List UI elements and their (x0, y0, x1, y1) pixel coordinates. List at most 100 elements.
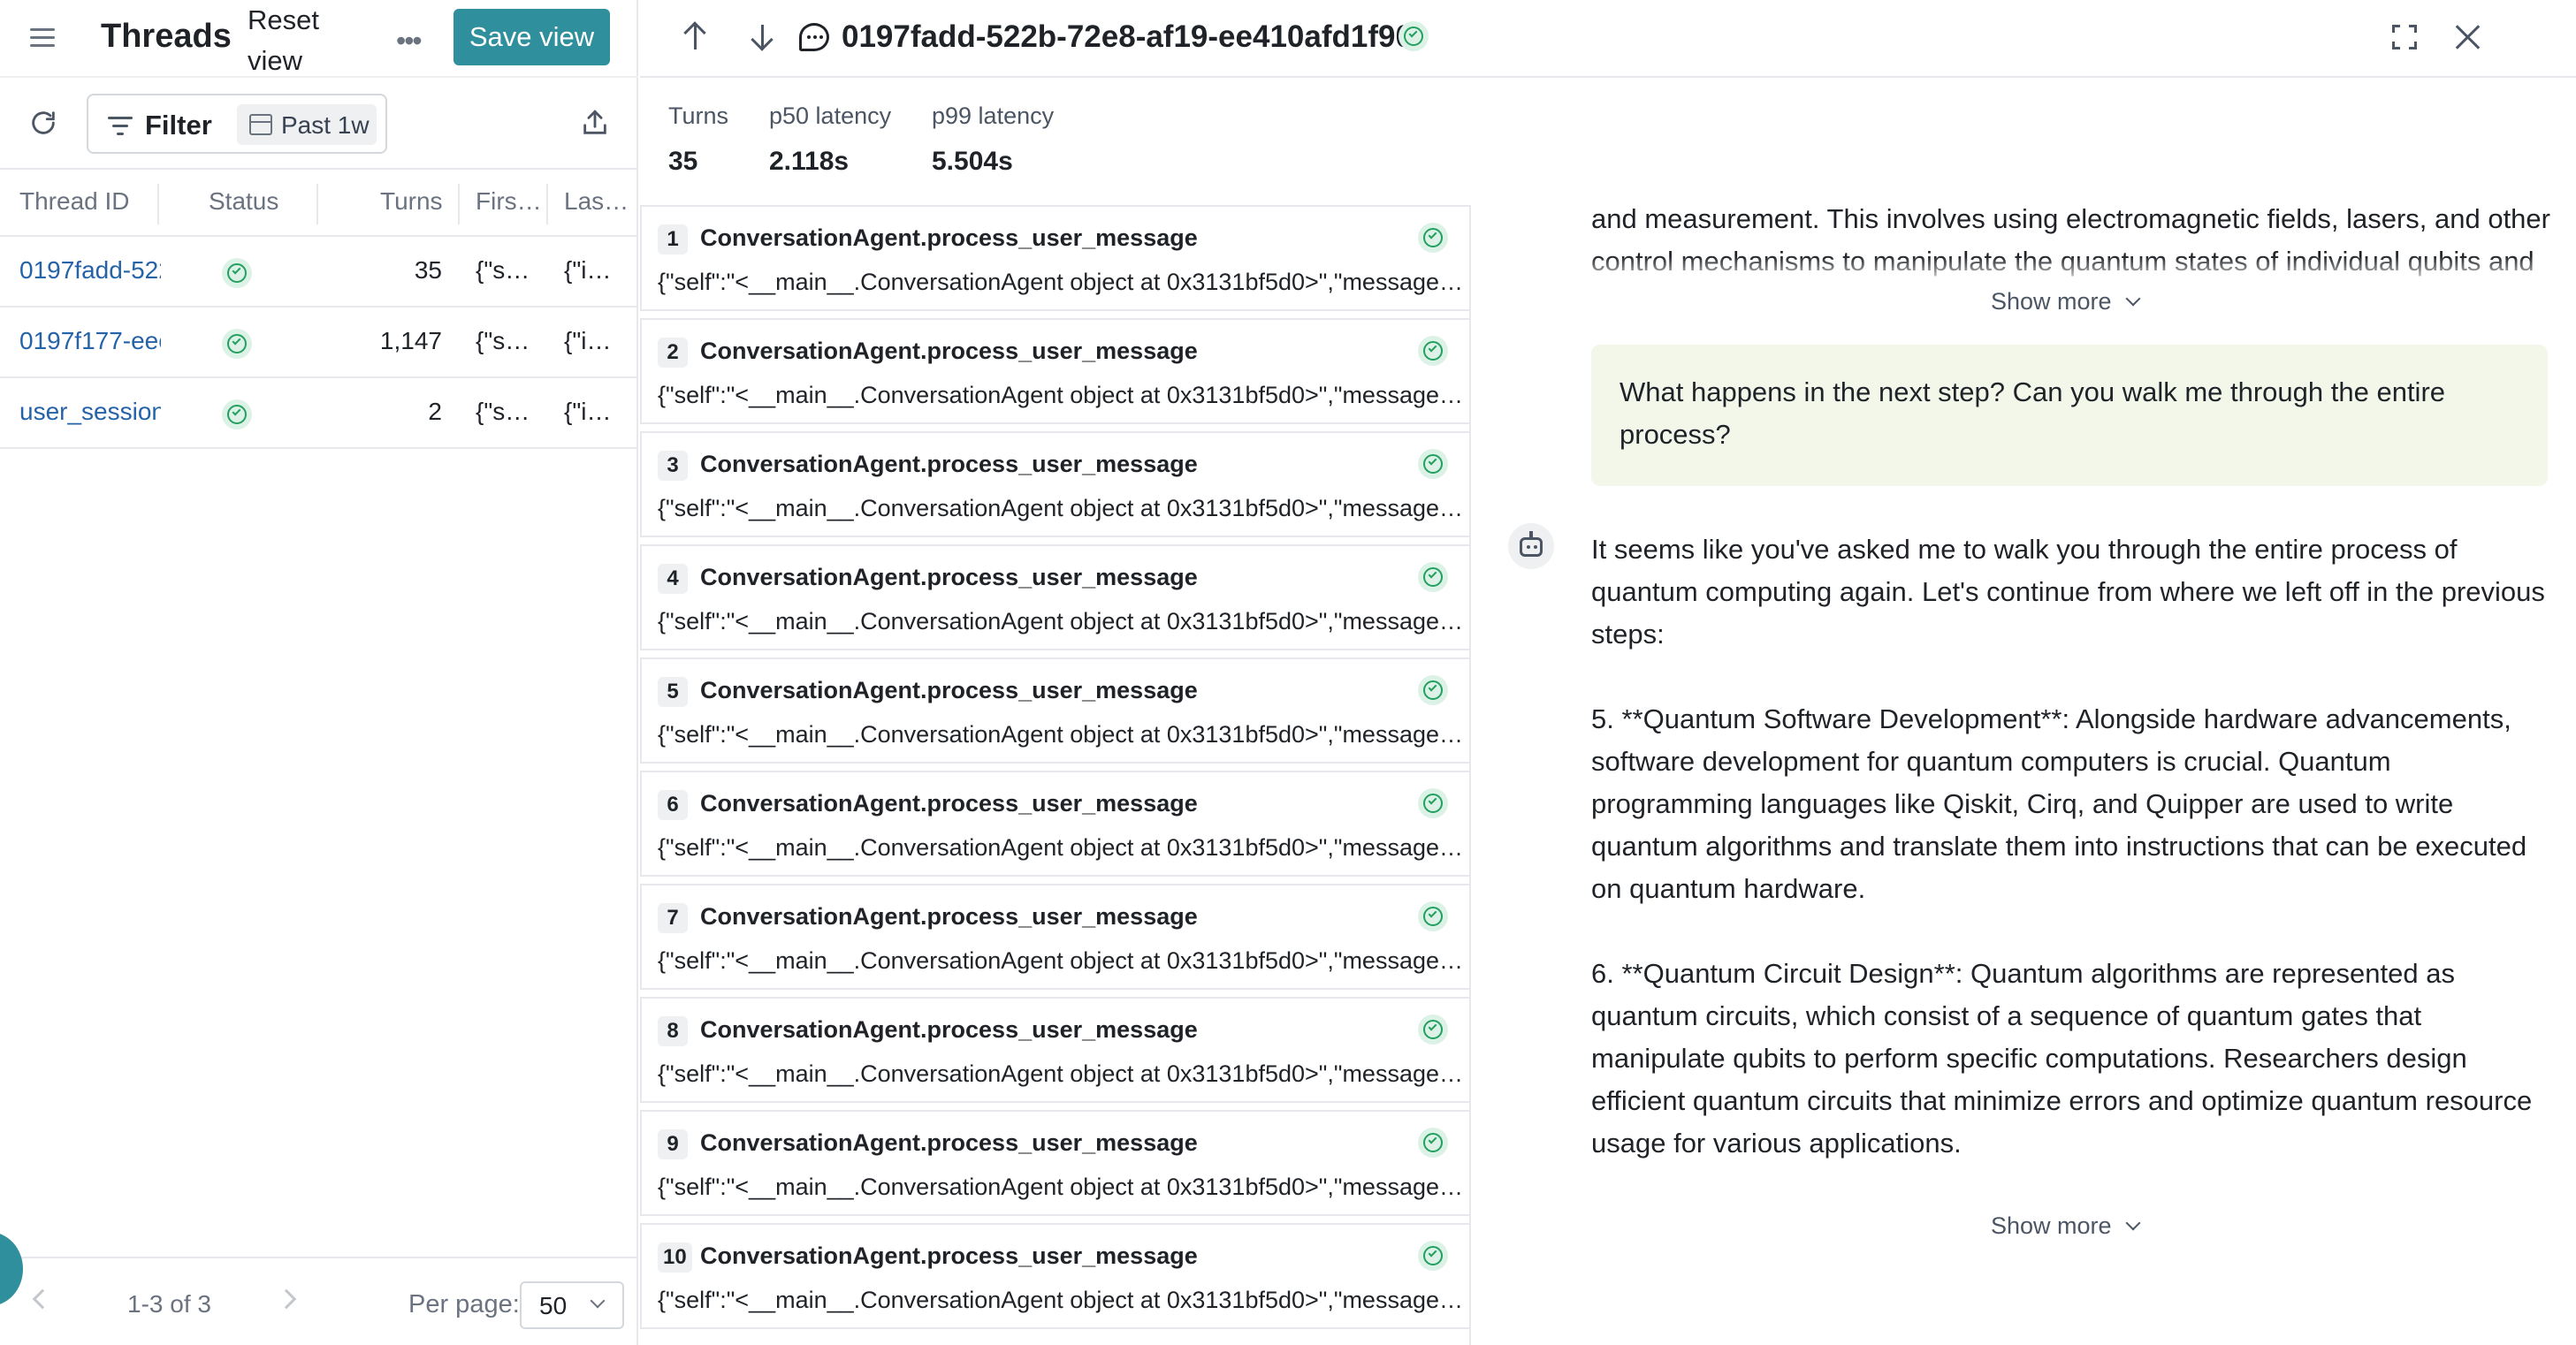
column-first[interactable]: Firs… (476, 187, 542, 216)
hamburger-menu-icon[interactable] (30, 27, 57, 49)
user-message-bubble: What happens in the next step? Can you w… (1591, 345, 2548, 486)
per-page-select[interactable]: 50 (520, 1281, 624, 1329)
call-item[interactable]: 7 ConversationAgent.process_user_message… (640, 884, 1469, 990)
column-last[interactable]: Las… (564, 187, 629, 216)
last-message-cell: {"i… (564, 398, 612, 425)
per-page-label: Per page: (408, 1290, 520, 1318)
call-name: ConversationAgent.process_user_message (700, 790, 1198, 817)
call-item[interactable]: 6 ConversationAgent.process_user_message… (640, 771, 1469, 877)
message-fade (1591, 256, 2555, 283)
arrow-up-icon[interactable] (682, 21, 709, 53)
previous-page-icon[interactable] (32, 1288, 53, 1310)
column-divider[interactable] (316, 184, 318, 224)
success-status-icon (1418, 1241, 1448, 1271)
success-status-icon (1418, 788, 1448, 818)
column-thread-id[interactable]: Thread ID (19, 187, 130, 216)
success-status-icon (222, 258, 252, 288)
call-item[interactable]: 8 ConversationAgent.process_user_message… (640, 997, 1469, 1103)
call-arguments: {"self":"<__main__.ConversationAgent obj… (658, 269, 1469, 295)
first-message-cell: {"s… (476, 398, 530, 425)
user-message-text: What happens in the next step? Can you w… (1620, 376, 2446, 450)
filter-icon (108, 115, 133, 136)
success-status-icon (1418, 1014, 1448, 1045)
calendar-icon (249, 114, 272, 135)
call-number: 2 (658, 338, 688, 368)
call-item[interactable]: 5 ConversationAgent.process_user_message… (640, 657, 1469, 764)
show-more-button[interactable]: Show more (1991, 1212, 2141, 1240)
success-status-icon (222, 399, 252, 429)
call-number: 8 (658, 1016, 688, 1046)
close-icon[interactable] (2454, 23, 2482, 51)
success-status-icon (1418, 675, 1448, 705)
filter-button[interactable]: Filter Past 1w (87, 94, 387, 154)
call-list: 1 ConversationAgent.process_user_message… (640, 205, 1471, 1345)
show-more-button[interactable]: Show more (1991, 288, 2141, 315)
call-arguments: {"self":"<__main__.ConversationAgent obj… (658, 1060, 1469, 1087)
thread-detail-header: 0197fadd-522b-72e8-af19-ee410afd1f90 (640, 0, 2576, 78)
thread-id-link[interactable]: 0197f177-eee (19, 327, 161, 355)
call-number: 6 (658, 790, 688, 820)
stat-turns-label: Turns (668, 103, 729, 129)
column-divider[interactable] (458, 184, 460, 224)
date-range-chip[interactable]: Past 1w (237, 104, 377, 145)
call-arguments: {"self":"<__main__.ConversationAgent obj… (658, 947, 1469, 974)
call-item[interactable]: 9 ConversationAgent.process_user_message… (640, 1110, 1469, 1216)
call-name: ConversationAgent.process_user_message (700, 1129, 1198, 1156)
last-message-cell: {"i… (564, 327, 612, 354)
stat-p50-value: 2.118s (769, 147, 850, 176)
reset-view-button[interactable]: Reset view (248, 0, 336, 81)
thread-id-link[interactable]: 0197fadd-522 (19, 256, 161, 285)
column-turns[interactable]: Turns (380, 187, 443, 216)
assistant-paragraph: It seems like you've asked me to walk yo… (1591, 534, 2545, 650)
show-more-label: Show more (1991, 288, 2112, 315)
assistant-paragraph: 5. **Quantum Software Development**: Alo… (1591, 703, 2527, 904)
thread-success-icon (1399, 21, 1429, 51)
save-view-button[interactable]: Save view (453, 9, 610, 65)
threads-panel: Threads Reset view ••• Save view Filter … (0, 0, 638, 1345)
more-options-icon[interactable]: ••• (396, 25, 423, 57)
column-divider[interactable] (157, 184, 159, 224)
column-divider[interactable] (546, 184, 548, 224)
call-item[interactable]: 1 ConversationAgent.process_user_message… (640, 205, 1469, 311)
stat-p50-label: p50 latency (769, 103, 892, 129)
call-item[interactable]: 10 ConversationAgent.process_user_messag… (640, 1223, 1469, 1329)
table-row[interactable]: 0197fadd-522 35 {"s… {"i… (0, 237, 638, 308)
call-number: 9 (658, 1129, 688, 1159)
call-arguments: {"self":"<__main__.ConversationAgent obj… (658, 382, 1469, 408)
column-status[interactable]: Status (209, 187, 278, 216)
stat-turns-value: 35 (668, 147, 698, 176)
arrow-down-icon[interactable] (750, 23, 776, 53)
chevron-down-icon (2125, 291, 2141, 307)
success-status-icon (1418, 449, 1448, 479)
refresh-icon[interactable] (28, 108, 58, 138)
call-number: 5 (658, 677, 688, 707)
pagination-bar: 1-3 of 3 Per page: 50 (0, 1257, 638, 1345)
stat-p99-label: p99 latency (932, 103, 1055, 129)
show-more-label: Show more (1991, 1212, 2112, 1239)
chevron-down-icon (2125, 1215, 2141, 1231)
table-row[interactable]: 0197f177-eee 1,147 {"s… {"i… (0, 308, 638, 378)
call-name: ConversationAgent.process_user_message (700, 224, 1198, 251)
call-number: 1 (658, 224, 688, 255)
success-status-icon (1418, 1128, 1448, 1158)
last-message-cell: {"i… (564, 256, 612, 284)
call-item[interactable]: 4 ConversationAgent.process_user_message… (640, 544, 1469, 650)
threads-toolbar: Filter Past 1w (0, 76, 638, 168)
call-name: ConversationAgent.process_user_message (700, 903, 1198, 930)
call-item[interactable]: 2 ConversationAgent.process_user_message… (640, 318, 1469, 424)
call-number: 3 (658, 451, 688, 481)
stat-p99-value: 5.504s (932, 147, 1013, 176)
call-arguments: {"self":"<__main__.ConversationAgent obj… (658, 834, 1469, 861)
next-page-icon[interactable] (276, 1288, 297, 1310)
call-item[interactable]: 3 ConversationAgent.process_user_message… (640, 431, 1469, 537)
export-icon[interactable] (580, 108, 610, 138)
thread-id-link[interactable]: user_session_ (19, 398, 161, 426)
success-status-icon (1418, 901, 1448, 931)
call-name: ConversationAgent.process_user_message (700, 677, 1198, 703)
first-message-cell: {"s… (476, 256, 530, 284)
call-number: 7 (658, 903, 688, 933)
expand-icon[interactable] (2392, 25, 2417, 49)
date-range-label: Past 1w (281, 111, 370, 139)
thread-stats: Turns 35 p50 latency 2.118s p99 latency … (640, 80, 1524, 203)
table-row[interactable]: user_session_ 2 {"s… {"i… (0, 378, 638, 449)
